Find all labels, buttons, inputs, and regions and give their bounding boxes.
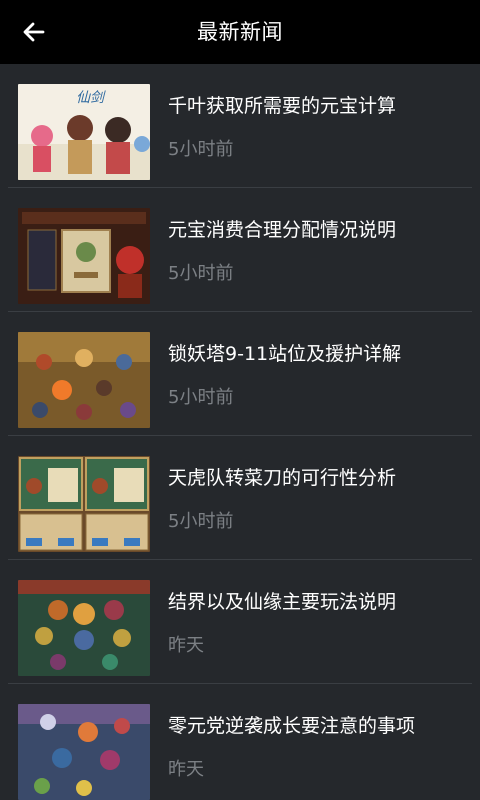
news-thumbnail <box>18 332 150 428</box>
news-time: 5小时前 <box>168 263 234 284</box>
news-time: 5小时前 <box>168 387 234 408</box>
news-screen: 最新新闻 仙剑 千叶获取所需要的元宝计算 5小时前 元宝消费合理分配情况说明 5… <box>0 0 480 800</box>
news-thumbnail <box>18 456 150 552</box>
news-item[interactable]: 零元党逆袭成长要注意的事项 昨天 <box>0 684 480 800</box>
news-thumbnail <box>18 208 150 304</box>
page-title: 最新新闻 <box>197 20 283 44</box>
news-list: 仙剑 千叶获取所需要的元宝计算 5小时前 元宝消费合理分配情况说明 5小时前 锁… <box>0 64 480 800</box>
news-time: 5小时前 <box>168 511 234 532</box>
news-thumbnail: 仙剑 <box>18 84 150 180</box>
news-title: 零元党逆袭成长要注意的事项 <box>168 715 416 737</box>
app-header: 最新新闻 <box>0 0 480 64</box>
news-time: 昨天 <box>168 635 204 656</box>
news-item[interactable]: 锁妖塔9-11站位及援护详解 5小时前 <box>0 312 480 436</box>
news-title: 千叶获取所需要的元宝计算 <box>168 95 397 117</box>
news-title: 天虎队转菜刀的可行性分析 <box>168 467 397 489</box>
arrow-left-icon <box>23 22 45 42</box>
svg-text:仙剑: 仙剑 <box>76 90 106 106</box>
news-item[interactable]: 结界以及仙缘主要玩法说明 昨天 <box>0 560 480 684</box>
news-title: 元宝消费合理分配情况说明 <box>168 219 397 241</box>
news-time: 昨天 <box>168 759 204 780</box>
news-item[interactable]: 仙剑 千叶获取所需要的元宝计算 5小时前 <box>0 64 480 188</box>
back-button[interactable] <box>14 12 54 52</box>
news-title: 结界以及仙缘主要玩法说明 <box>168 591 397 613</box>
news-title: 锁妖塔9-11站位及援护详解 <box>168 343 402 365</box>
news-thumbnail <box>18 580 150 676</box>
news-item[interactable]: 元宝消费合理分配情况说明 5小时前 <box>0 188 480 312</box>
news-thumbnail <box>18 704 150 800</box>
news-item[interactable]: 天虎队转菜刀的可行性分析 5小时前 <box>0 436 480 560</box>
news-time: 5小时前 <box>168 139 234 160</box>
